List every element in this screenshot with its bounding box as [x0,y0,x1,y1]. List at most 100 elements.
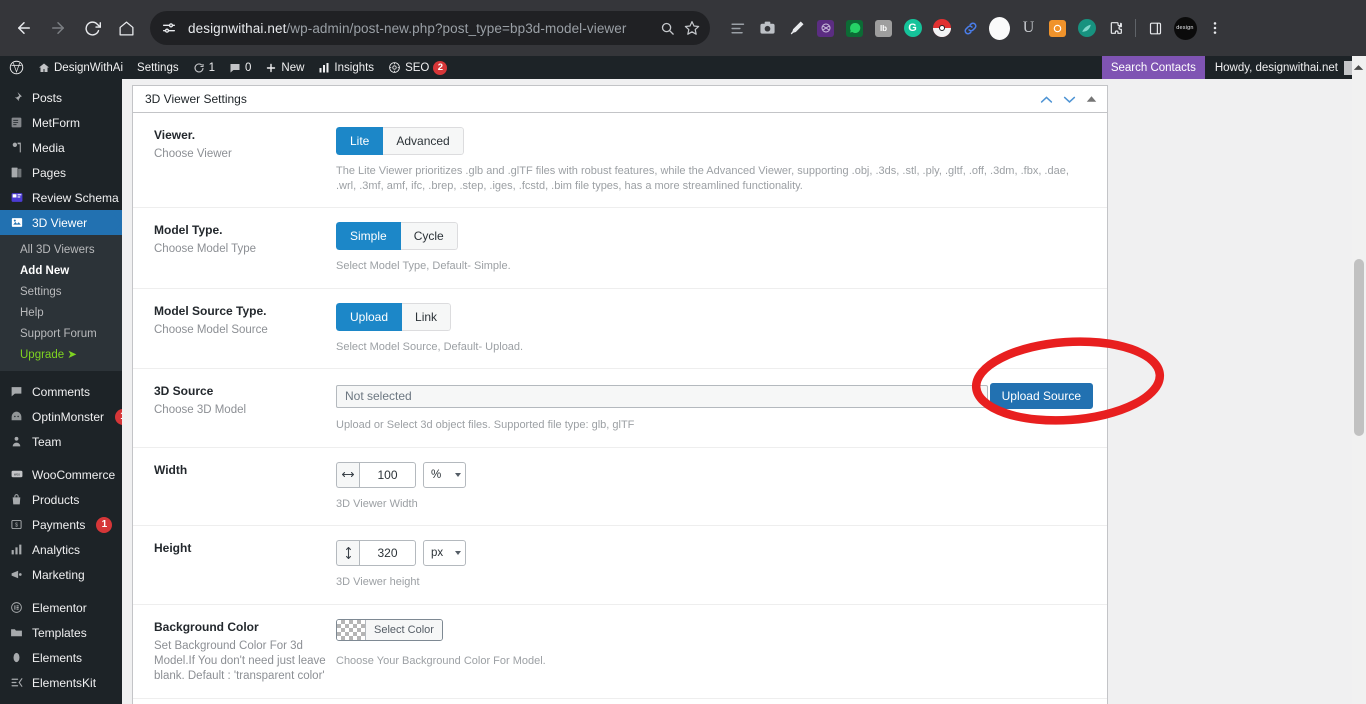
height-help-text: 3D Viewer height [336,576,420,588]
pokeball-extension-icon[interactable] [927,14,956,42]
eyedropper-icon[interactable] [782,14,811,42]
adminbar-settings[interactable]: Settings [130,56,186,79]
sidebar-item-elements[interactable]: Elements [0,645,122,670]
3d-source-input[interactable]: Not selected [336,384,988,408]
model-type-option-simple[interactable]: Simple [336,222,401,250]
search-contacts-button[interactable]: Search Contacts [1101,56,1205,79]
sidebar-item-pages[interactable]: Pages [0,160,122,185]
forward-button[interactable] [42,12,74,44]
adminbar-new-label: New [281,61,305,74]
sidebar-item-products[interactable]: Products [0,487,122,512]
model-type-option-cycle[interactable]: Cycle [400,222,458,250]
adminbar-seo-badge: 2 [433,60,448,75]
chrome-menu-icon[interactable] [1200,14,1229,42]
pin-icon [8,91,25,104]
url-text[interactable]: designwithai.net/wp-admin/post-new.php?p… [188,21,654,36]
sidebar-item-review-schema[interactable]: Review Schema [0,185,122,210]
howdy-label: Howdy, designwithai.net [1214,61,1338,74]
viewer-option-advanced[interactable]: Advanced [383,127,464,155]
site-settings-icon[interactable] [158,17,180,39]
sidebar-subitem-support-forum[interactable]: Support Forum [0,323,122,344]
width-value-input[interactable]: 100 [359,461,416,488]
height-input-group: 320 px [336,540,466,566]
white-circle-extension-icon[interactable] [985,14,1014,42]
sidebar-item-comments[interactable]: Comments [0,379,122,404]
extensions-toolbar: lb G U design [724,14,1229,42]
sidebar-subitem-settings[interactable]: Settings [0,281,122,302]
browser-chrome: designwithai.net/wp-admin/post-new.php?p… [0,0,1366,56]
sidebar-separator [0,371,122,379]
height-unit-select[interactable]: px [423,540,466,566]
adminbar-updates[interactable]: 1 [186,56,222,79]
sidebar-item-3d-viewer[interactable]: 3D Viewer [0,210,122,235]
link-extension-icon[interactable] [956,14,985,42]
extensions-puzzle-icon[interactable] [1101,14,1130,42]
select-color-button[interactable]: Select Color [336,618,443,641]
home-button[interactable] [110,12,142,44]
adminbar-new[interactable]: New [258,56,311,79]
sidebar-item-marketing[interactable]: Marketing [0,562,122,587]
u-extension-icon[interactable]: U [1014,14,1043,42]
model-source-option-link[interactable]: Link [402,302,452,331]
back-button[interactable] [8,12,40,44]
scroll-to-top-icon[interactable] [1353,60,1364,71]
sidebar-item-elementor[interactable]: Elementor [0,595,122,620]
reading-list-icon[interactable] [724,14,753,42]
whatsapp-extension-icon[interactable] [840,14,869,42]
teal-globe-extension-icon[interactable] [1072,14,1101,42]
sidebar-item-label: Team [32,434,62,449]
profile-avatar-icon[interactable]: design [1170,14,1200,42]
sidebar-item-media[interactable]: Media [0,135,122,160]
sidebar-subitem-add-new[interactable]: Add New [0,260,122,281]
sidebar-item-analytics[interactable]: Analytics [0,537,122,562]
move-up-icon[interactable] [1040,95,1053,104]
sidebar-item-metform[interactable]: MetForm [0,110,122,135]
background-color-help-text: Choose Your Background Color For Model. [336,654,546,667]
model-source-toggle-group: Upload Link [336,302,452,331]
upload-source-button[interactable]: Upload Source [989,383,1093,409]
sidebar-item-templates[interactable]: Templates [0,620,122,645]
scrollbar-thumb[interactable] [1354,259,1364,436]
url-path: /wp-admin/post-new.php?post_type=bp3d-mo… [286,20,627,36]
sidebar-item-woocommerce[interactable]: woo WooCommerce [0,462,122,487]
sidepanel-icon[interactable] [1141,14,1170,42]
updates-icon [193,62,205,74]
adminbar-comments[interactable]: 0 [222,56,258,79]
sidebar-item-optinmonster[interactable]: OptinMonster 1 [0,404,122,429]
adminbar-seo[interactable]: SEO 2 [381,56,454,79]
products-bag-icon [8,493,25,506]
wordpress-logo-icon[interactable] [0,56,31,79]
sidebar-item-posts[interactable]: Posts [0,85,122,110]
pages-icon [8,166,25,179]
sidebar-item-elementskit[interactable]: ElementsKit [0,670,122,695]
screenshot-camera-icon[interactable] [753,14,782,42]
sidebar-subitem-all-3d-viewers[interactable]: All 3D Viewers [0,239,122,260]
adminbar-site-name[interactable]: DesignWithAi [31,56,130,79]
orange-extension-icon[interactable] [1043,14,1072,42]
page-scrollbar[interactable] [1352,56,1366,704]
howdy-account-menu[interactable]: Howdy, designwithai.net [1205,60,1366,75]
sidebar-item-label: Media [32,140,65,155]
bitly-extension-icon[interactable]: lb [869,14,898,42]
adminbar-updates-count: 1 [208,61,215,74]
adminbar-insights[interactable]: Insights [311,56,381,79]
width-unit-select[interactable]: % [423,461,466,488]
grammar-extension-icon[interactable] [811,14,840,42]
bookmark-star-icon[interactable] [684,20,700,36]
sidebar-item-payments[interactable]: $ Payments 1 [0,512,122,537]
height-value-input[interactable]: 320 [359,540,416,566]
search-zoom-icon[interactable] [660,21,675,36]
sidebar-item-team[interactable]: Team [0,429,122,454]
grammarly-extension-icon[interactable]: G [898,14,927,42]
viewer-option-lite[interactable]: Lite [336,127,384,155]
toggle-panel-icon[interactable] [1086,95,1097,103]
reload-button[interactable] [76,12,108,44]
row-subtitle: Choose 3D Model [154,404,247,416]
model-source-option-upload[interactable]: Upload [336,302,403,331]
move-down-icon[interactable] [1063,95,1076,104]
sidebar-subitem-upgrade[interactable]: Upgrade ➤ [0,344,122,365]
address-bar[interactable]: designwithai.net/wp-admin/post-new.php?p… [150,11,710,45]
sidebar-subitem-help[interactable]: Help [0,302,122,323]
row-subtitle: Choose Viewer [154,148,232,160]
row-model-source-type: Model Source Type. Choose Model Source U… [133,289,1107,369]
